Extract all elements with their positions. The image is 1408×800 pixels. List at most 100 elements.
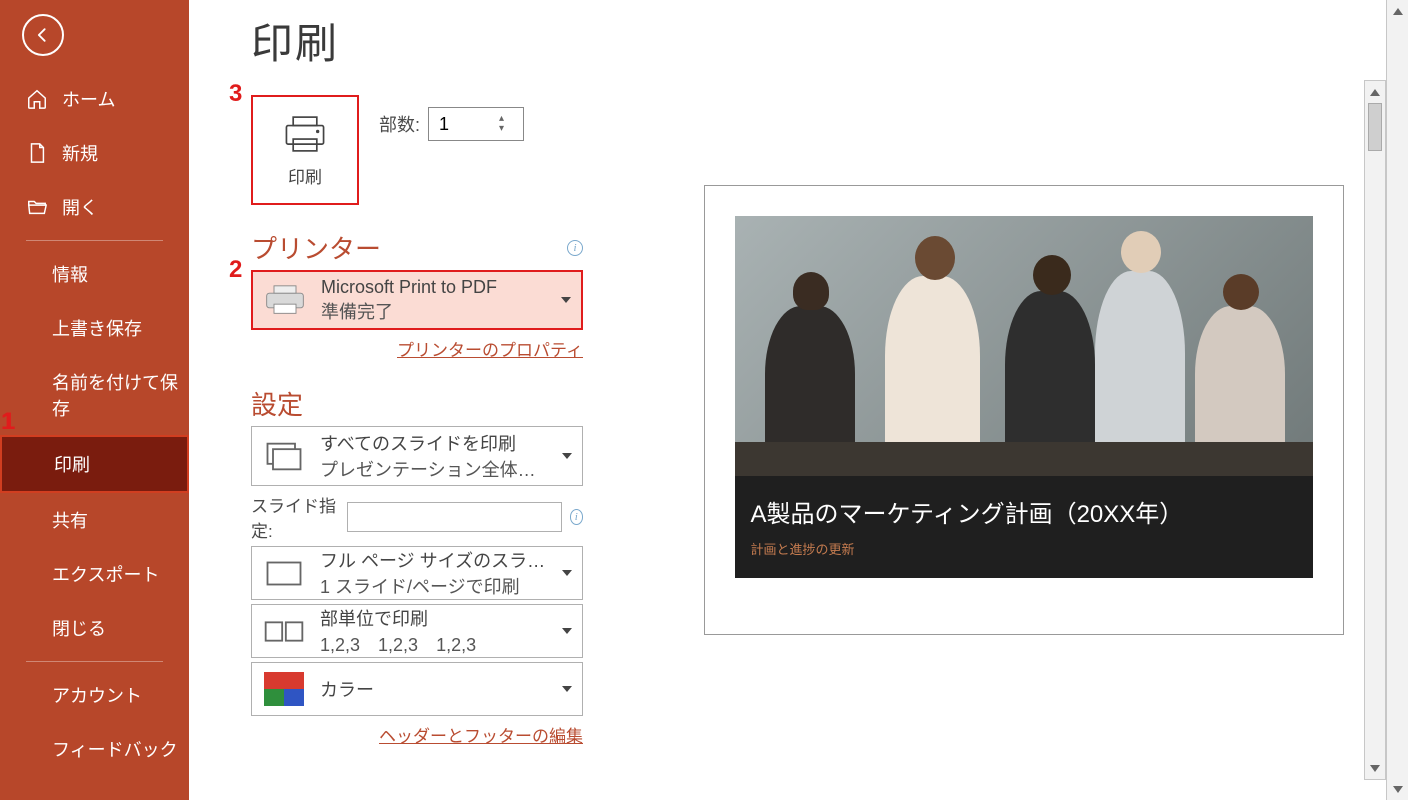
sidebar-label: エクスポート (52, 565, 159, 585)
printer-section-header: プリンター i (251, 229, 583, 266)
collate-icon (262, 613, 306, 649)
printer-name: Microsoft Print to PDF (321, 277, 547, 298)
sidebar-item-save[interactable]: 上書き保存 (0, 301, 189, 355)
sidebar-divider (26, 240, 163, 241)
chevron-down-icon (562, 570, 572, 576)
sidebar-divider (26, 661, 163, 662)
preview-subtitle: 計画と進捗の更新 (751, 539, 1297, 558)
print-range-dropdown[interactable]: すべてのスライドを印刷 プレゼンテーション全体を印刷し… (251, 426, 583, 486)
sidebar-label: 共有 (52, 511, 88, 531)
sidebar-item-feedback[interactable]: フィードバック (0, 722, 189, 776)
main-area: 印刷 印刷 部数: ▴ ▾ (189, 0, 1408, 800)
preview-title: A製品のマーケティング計画（20XX年） (751, 494, 1297, 529)
print-range-title: すべてのスライドを印刷 (320, 430, 548, 456)
preview-title-band: A製品のマーケティング計画（20XX年） 計画と進捗の更新 (735, 476, 1313, 578)
sidebar-label: フィードバック (52, 740, 178, 760)
sidebar-item-info[interactable]: 情報 (0, 247, 189, 301)
print-button[interactable]: 印刷 (251, 95, 359, 205)
color-dropdown[interactable]: カラー (251, 662, 583, 716)
print-layout-title: フル ページ サイズのスライド (320, 547, 548, 573)
scroll-track[interactable] (1368, 103, 1382, 757)
settings-section-title: 設定 (251, 385, 303, 422)
printer-section-title: プリンター (251, 229, 381, 266)
sidebar-item-export[interactable]: エクスポート (0, 547, 189, 601)
sidebar-label: 開く (62, 194, 98, 220)
back-button[interactable] (22, 14, 64, 56)
printer-device-icon (263, 282, 307, 318)
slide-spec-row: スライド指定: i (251, 492, 583, 542)
copies-control: 部数: ▴ ▾ (379, 107, 524, 141)
slide-spec-label: スライド指定: (251, 492, 339, 542)
print-layout-dropdown[interactable]: フル ページ サイズのスライド 1 スライド/ページで印刷 (251, 546, 583, 600)
slide-preview: A製品のマーケティング計画（20XX年） 計画と進捗の更新 (704, 185, 1344, 635)
sidebar-item-home[interactable]: ホーム (0, 72, 189, 126)
window-vertical-scrollbar[interactable] (1386, 0, 1408, 800)
slides-stack-icon (262, 438, 306, 474)
chevron-down-icon (561, 297, 571, 303)
preview-vertical-scrollbar[interactable] (1364, 80, 1386, 780)
sidebar-item-print[interactable]: 印刷 (0, 435, 189, 493)
color-title: カラー (320, 676, 548, 702)
printer-properties-link[interactable]: プリンターのプロパティ (397, 341, 583, 360)
triangle-down-icon (1370, 765, 1380, 772)
sidebar-item-open[interactable]: 開く (0, 180, 189, 234)
chevron-down-icon (562, 628, 572, 634)
chevron-down-icon (562, 453, 572, 459)
preview-photo (735, 216, 1313, 476)
print-settings-column: 印刷 印刷 部数: ▴ ▾ (189, 0, 649, 800)
preview-area: A製品のマーケティング計画（20XX年） 計画と進捗の更新 (649, 0, 1408, 800)
file-icon (26, 142, 48, 164)
sidebar-label: 上書き保存 (52, 319, 142, 339)
scroll-up-button[interactable] (1387, 0, 1408, 22)
settings-section-header: 設定 (251, 385, 649, 422)
printer-dropdown[interactable]: Microsoft Print to PDF 準備完了 (251, 270, 583, 330)
color-swatch-icon (262, 671, 306, 707)
page-title: 印刷 (251, 10, 649, 71)
scroll-up-button[interactable] (1365, 81, 1385, 103)
printer-icon (278, 113, 332, 155)
sidebar-item-saveas[interactable]: 名前を付けて保存 (0, 355, 189, 435)
triangle-up-icon (1370, 89, 1380, 96)
slide-spec-input[interactable] (347, 502, 562, 532)
info-icon[interactable]: i (567, 240, 583, 256)
sidebar-label: 閉じる (52, 619, 106, 639)
copies-spinner[interactable]: ▴ ▾ (428, 107, 524, 141)
sidebar-label: 名前を付けて保存 (52, 373, 178, 419)
sidebar-label: 情報 (52, 265, 88, 285)
annotation-3: 3 (229, 80, 242, 108)
sidebar-label: ホーム (62, 86, 115, 112)
collate-sub: 1,2,3 1,2,3 1,2,3 (320, 631, 548, 657)
annotation-2: 2 (229, 256, 242, 284)
backstage-sidebar: ホーム 新規 開く 情報 上書き保存 名前を付けて保存 印刷 共有 エクスポート… (0, 0, 189, 800)
scroll-thumb[interactable] (1368, 103, 1382, 151)
collate-dropdown[interactable]: 部単位で印刷 1,2,3 1,2,3 1,2,3 (251, 604, 583, 658)
printer-status: 準備完了 (321, 298, 547, 324)
print-range-sub: プレゼンテーション全体を印刷し… (320, 456, 548, 482)
sidebar-label: 新規 (62, 140, 98, 166)
scroll-down-button[interactable] (1365, 757, 1385, 779)
triangle-down-icon (1393, 786, 1403, 793)
info-icon[interactable]: i (570, 509, 583, 525)
spinner-down-icon[interactable]: ▾ (499, 125, 519, 133)
sidebar-label: 印刷 (54, 455, 90, 475)
sidebar-label: アカウント (52, 686, 142, 706)
sidebar-item-share[interactable]: 共有 (0, 493, 189, 547)
collate-title: 部単位で印刷 (320, 605, 548, 631)
sidebar-item-account[interactable]: アカウント (0, 668, 189, 722)
arrow-left-icon (33, 25, 53, 45)
page-layout-icon (262, 555, 306, 591)
copies-label: 部数: (379, 111, 420, 137)
sidebar-item-new[interactable]: 新規 (0, 126, 189, 180)
photo-table (735, 442, 1313, 476)
triangle-up-icon (1393, 8, 1403, 15)
annotation-1: 1 (2, 408, 15, 436)
spinner-up-icon[interactable]: ▴ (499, 115, 519, 123)
header-footer-link[interactable]: ヘッダーとフッターの編集 (379, 727, 583, 746)
sidebar-item-close[interactable]: 閉じる (0, 601, 189, 655)
home-icon (26, 88, 48, 110)
folder-open-icon (26, 196, 48, 218)
print-layout-sub: 1 スライド/ページで印刷 (320, 573, 548, 599)
scroll-down-button[interactable] (1387, 778, 1408, 800)
copies-input[interactable] (429, 114, 499, 135)
print-button-label: 印刷 (288, 163, 322, 188)
